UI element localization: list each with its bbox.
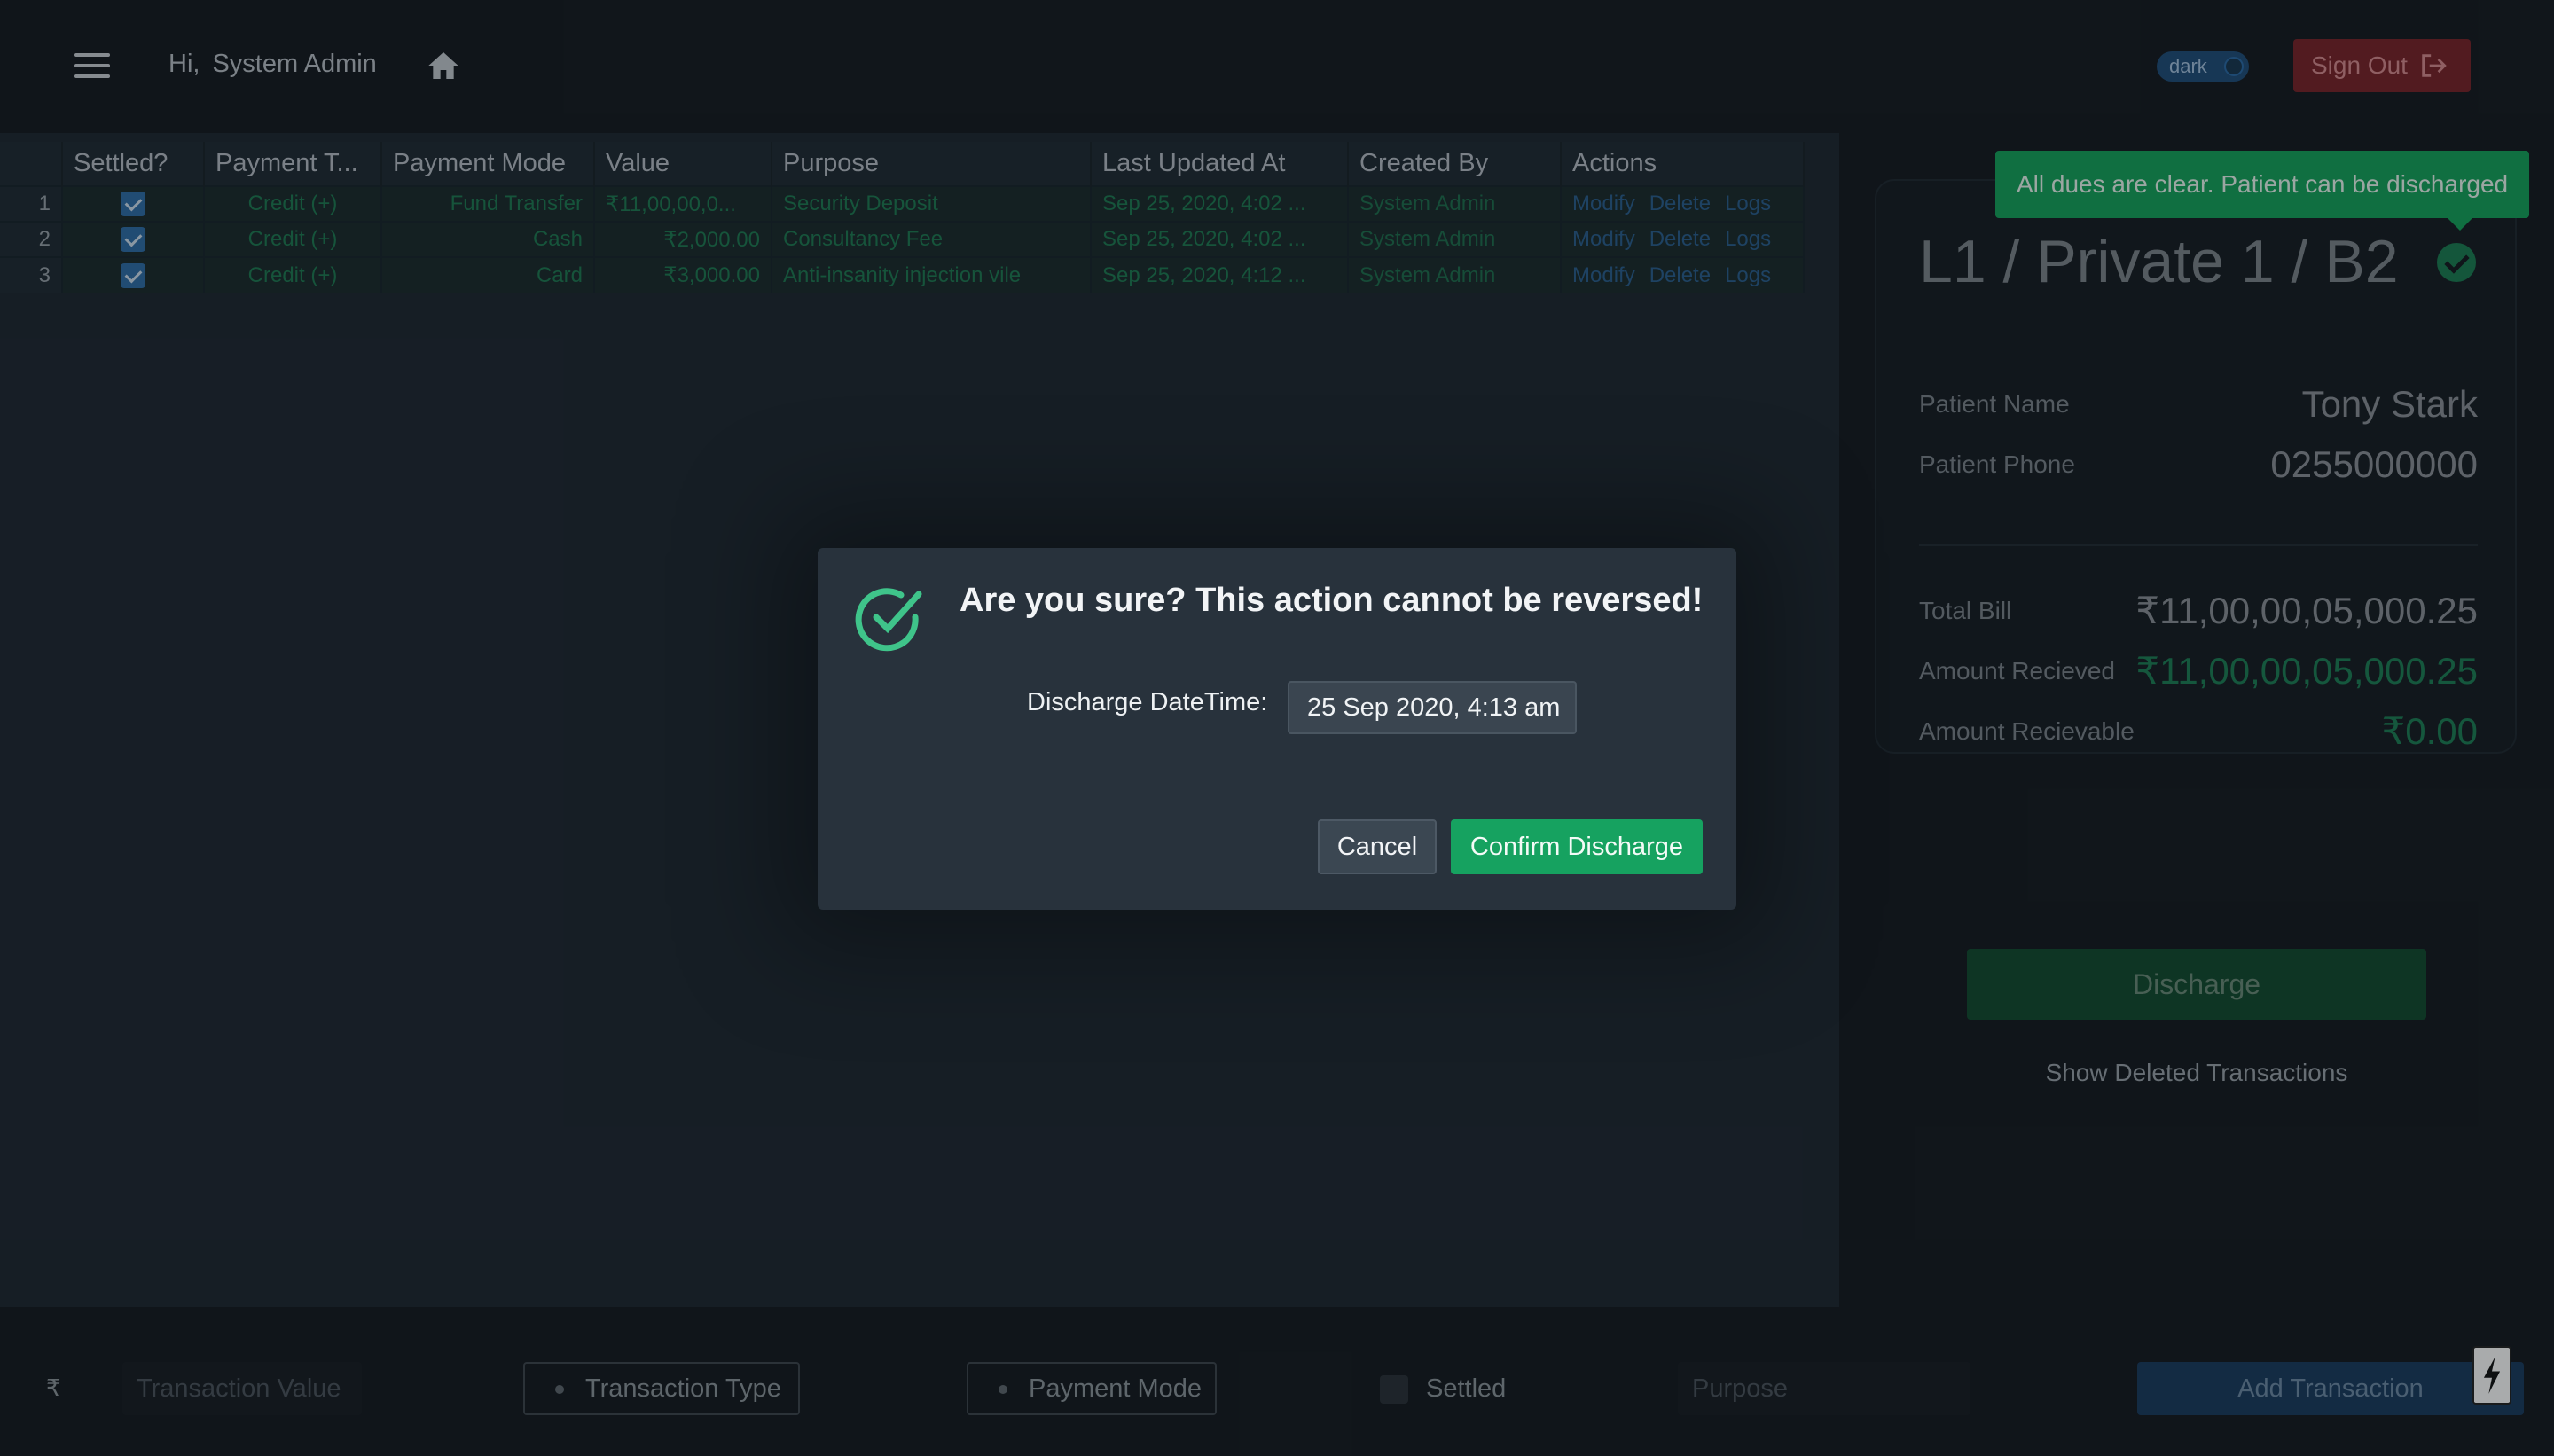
check-circle-icon: [855, 588, 922, 652]
discharge-datetime-label: Discharge DateTime:: [1027, 688, 1268, 716]
discharge-confirm-dialog: Are you sure? This action cannot be reve…: [818, 548, 1736, 910]
confirm-discharge-button[interactable]: Confirm Discharge: [1451, 819, 1703, 874]
discharge-datetime-input[interactable]: 25 Sep 2020, 4:13 am: [1288, 681, 1577, 734]
cancel-button[interactable]: Cancel: [1318, 819, 1437, 874]
dialog-title: Are you sure? This action cannot be reve…: [960, 582, 1704, 619]
